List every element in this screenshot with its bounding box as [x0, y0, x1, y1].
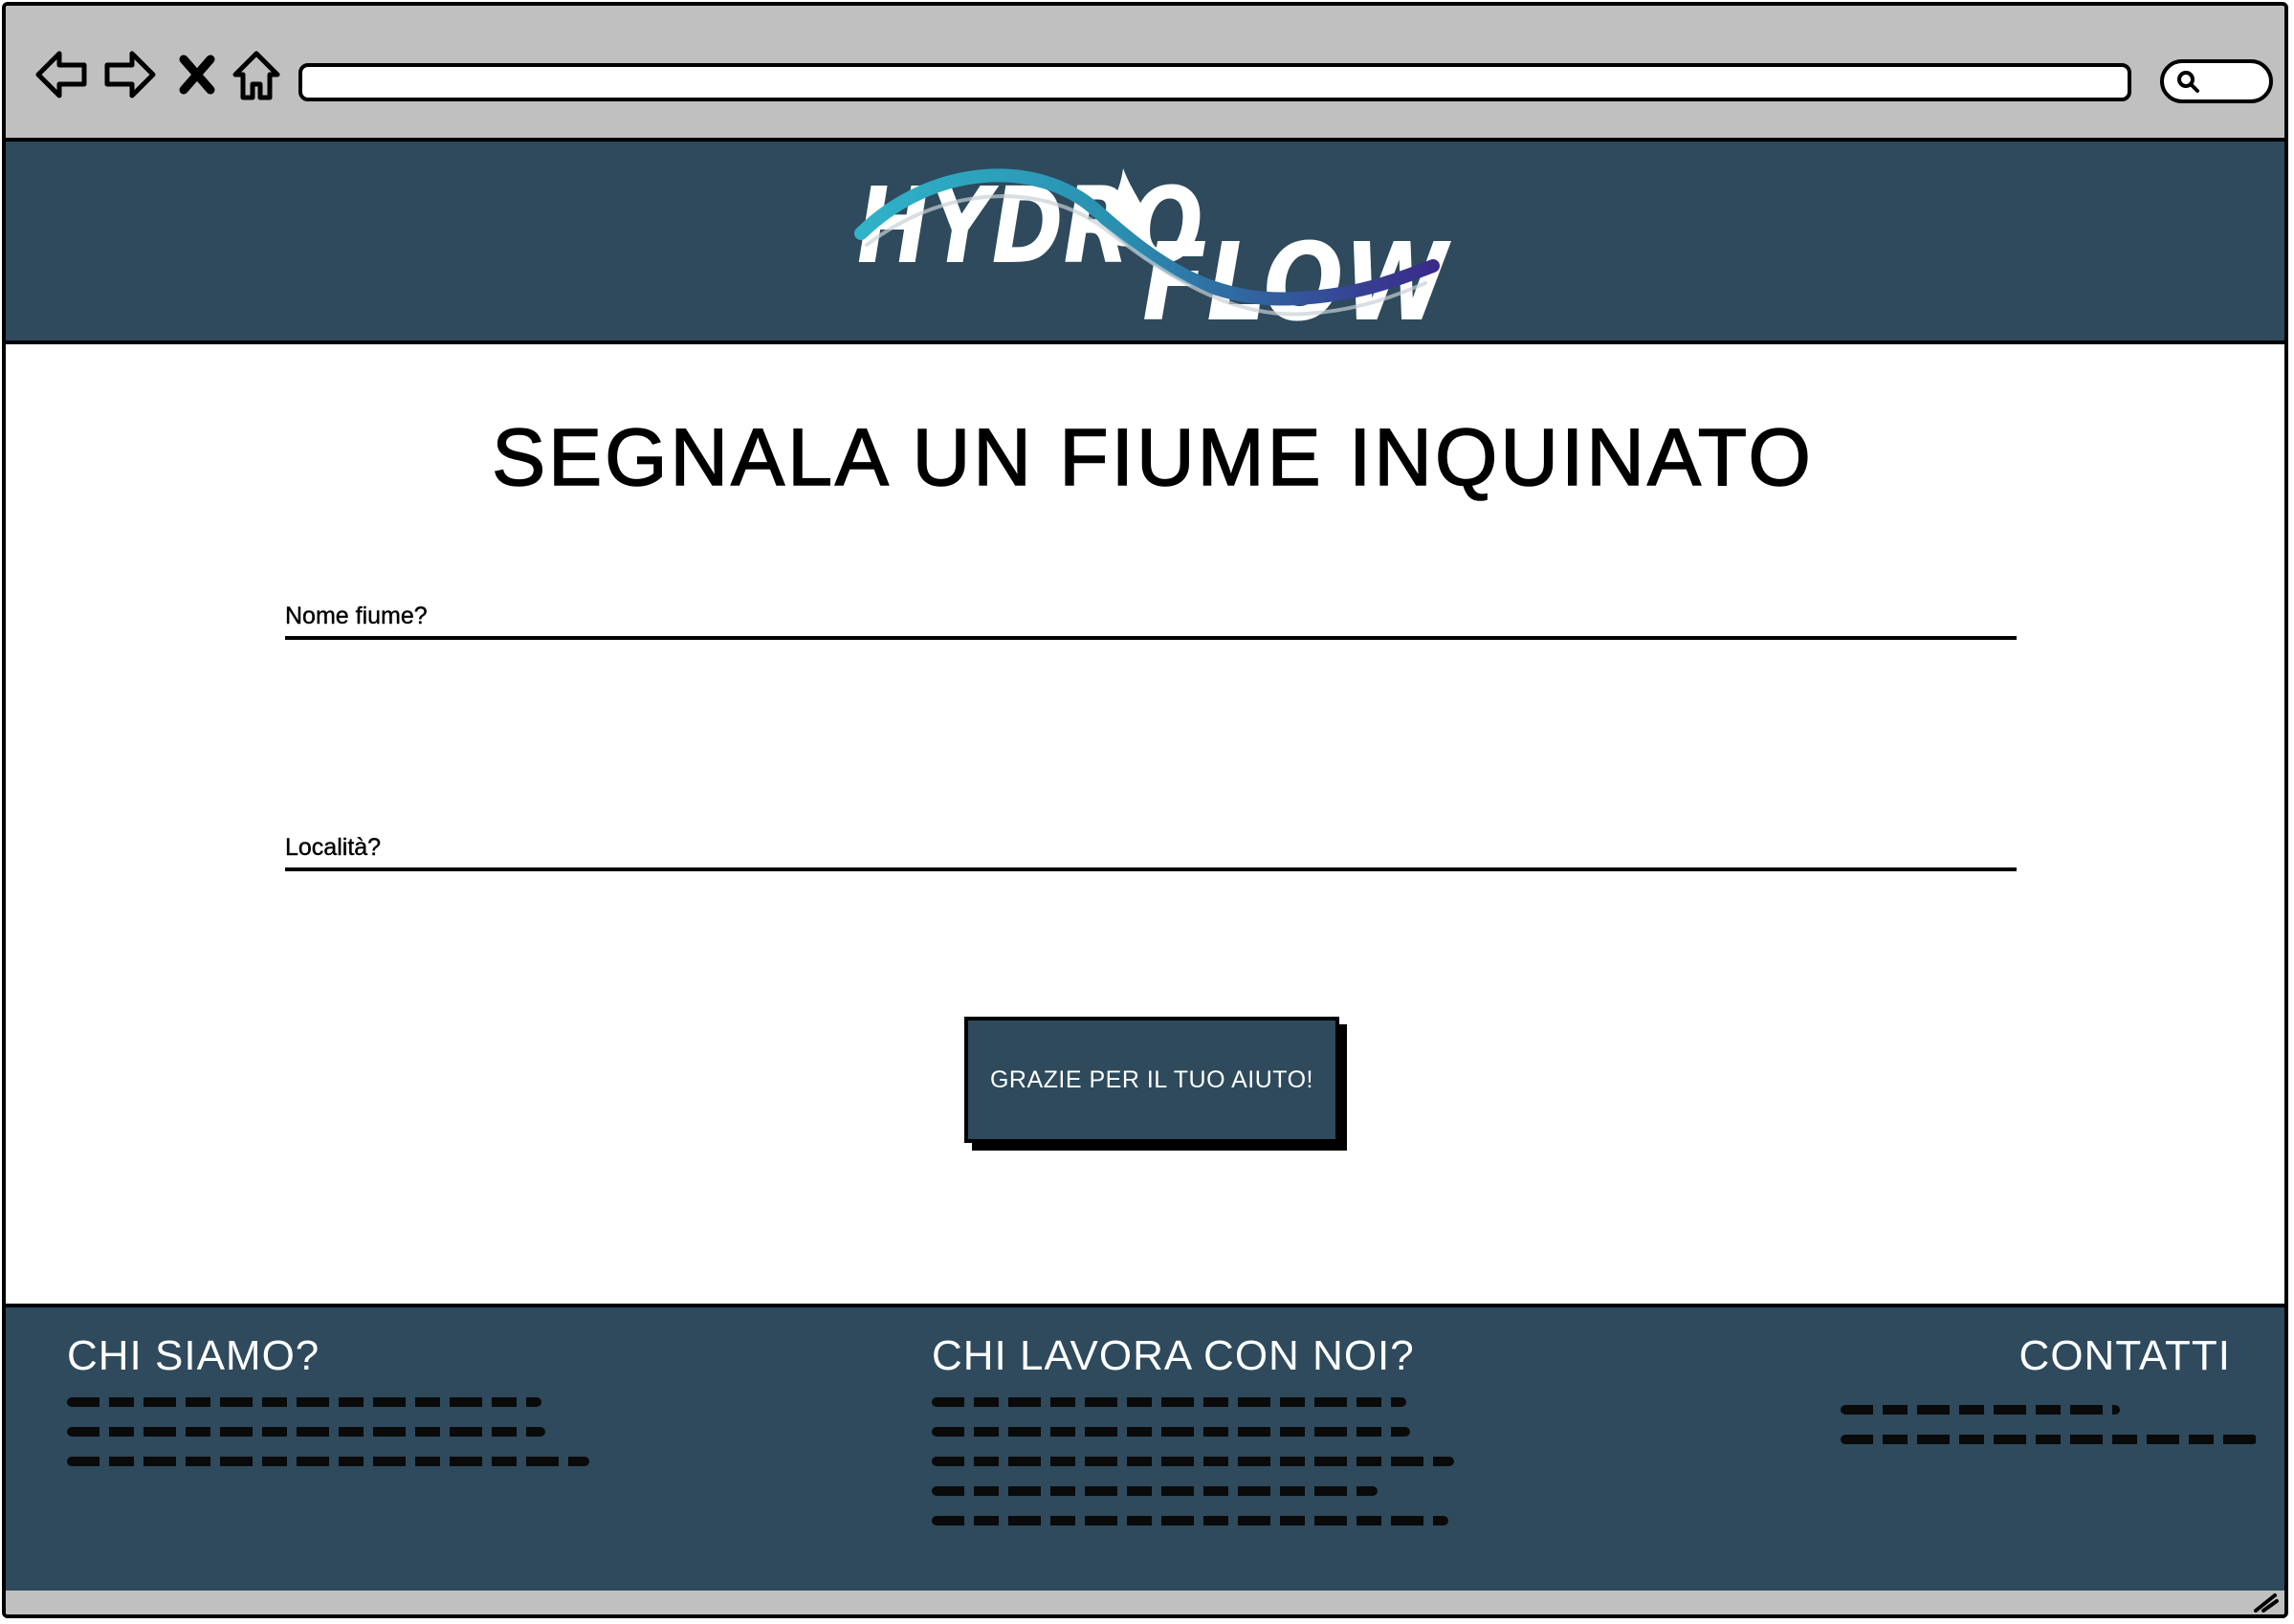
placeholder-text-line — [932, 1397, 1406, 1407]
placeholder-text-line — [932, 1516, 1448, 1525]
placeholder-text-line — [1841, 1405, 2120, 1415]
placeholder-text-line — [932, 1427, 1410, 1437]
resize-grip-icon[interactable] — [2250, 1591, 2279, 1613]
placeholder-text-line — [1841, 1435, 2258, 1444]
main-content: SEGNALA UN FIUME INQUINATO Nome fiume? L… — [6, 344, 2284, 1304]
river-name-input[interactable] — [285, 603, 2020, 650]
search-box[interactable] — [2160, 59, 2273, 103]
placeholder-text-line — [932, 1457, 1454, 1466]
river-name-field[interactable]: Nome fiume? — [285, 603, 2020, 650]
location-field[interactable]: Località? — [285, 834, 2020, 882]
browser-status-bar — [6, 1591, 2284, 1614]
site-header: HYDRO FLOW — [6, 142, 2284, 345]
hydroflow-logo[interactable]: HYDRO FLOW — [848, 151, 1469, 345]
placeholder-text-line — [67, 1427, 545, 1437]
site-footer: CHI SIAMO? CHI LAVORA CON NOI? CONTATTI — [6, 1304, 2284, 1598]
address-bar[interactable] — [298, 63, 2131, 101]
search-icon — [2177, 71, 2199, 93]
browser-toolbar — [6, 6, 2284, 142]
placeholder-text-line — [67, 1397, 541, 1407]
about-heading[interactable]: CHI SIAMO? — [67, 1332, 603, 1380]
footer-about: CHI SIAMO? — [67, 1332, 603, 1486]
footer-contacts: CONTATTI — [1841, 1332, 2261, 1464]
back-arrow-icon[interactable] — [33, 46, 90, 103]
footer-work: CHI LAVORA CON NOI? — [932, 1332, 1467, 1546]
work-heading[interactable]: CHI LAVORA CON NOI? — [932, 1332, 1467, 1380]
forward-arrow-icon[interactable] — [101, 46, 159, 103]
page-title: SEGNALA UN FIUME INQUINATO — [491, 411, 1814, 503]
home-icon[interactable] — [228, 46, 285, 103]
close-icon[interactable] — [174, 46, 220, 103]
placeholder-text-line — [67, 1457, 589, 1466]
location-input[interactable] — [285, 834, 2020, 882]
submit-button[interactable]: GRAZIE PER IL TUO AIUTO! — [964, 1017, 1339, 1143]
browser-window: HYDRO FLOW SEGNALA UN FIUME INQUINATO No… — [2, 2, 2288, 1618]
placeholder-text-line — [932, 1486, 1378, 1496]
contacts-heading[interactable]: CONTATTI — [1841, 1332, 2261, 1380]
